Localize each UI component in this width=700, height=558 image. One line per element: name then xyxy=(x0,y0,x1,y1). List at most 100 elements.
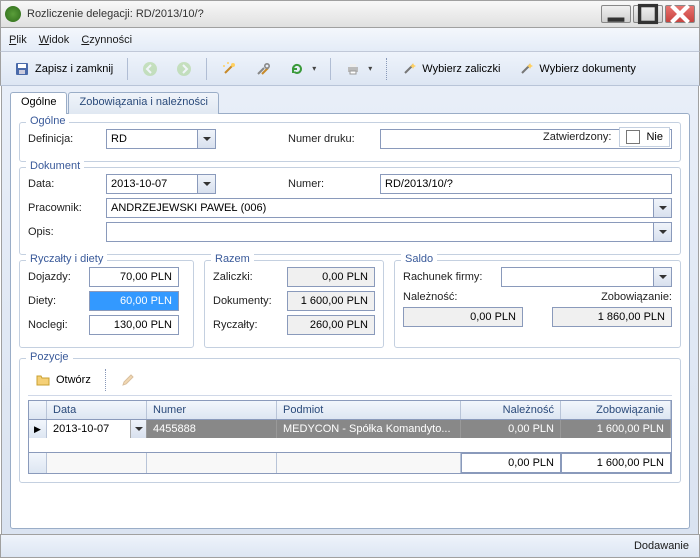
content-area: Ogólne Zobowiązania i należności Ogólne … xyxy=(1,86,699,534)
fieldset-document: Dokument Data: 2013-10-07 Numer: Pracown… xyxy=(19,167,681,255)
receivable-value xyxy=(403,307,523,327)
menu-file[interactable]: Plik xyxy=(9,34,27,46)
nav-forward-button[interactable] xyxy=(169,57,199,81)
close-button[interactable] xyxy=(665,5,695,23)
chevron-down-icon[interactable] xyxy=(197,130,215,148)
pencil-icon xyxy=(120,372,136,388)
col-obligation[interactable]: Zobowiązanie xyxy=(561,401,671,419)
lodging-input[interactable] xyxy=(89,315,179,335)
date-combo[interactable]: 2013-10-07 xyxy=(106,174,216,194)
advances-value xyxy=(287,267,375,287)
fieldset-totals: Razem Zaliczki: Dokumenty: Ryczałty: xyxy=(204,260,384,348)
legend-general: Ogólne xyxy=(26,115,69,127)
legend-document: Dokument xyxy=(26,160,84,172)
date-label: Data: xyxy=(28,178,100,190)
employee-combo[interactable]: ANDRZEJEWSKI PAWEŁ (006) xyxy=(106,198,672,218)
tool-refresh-button[interactable]: ▾ xyxy=(282,57,323,81)
minimize-button[interactable] xyxy=(601,5,631,23)
col-number[interactable]: Numer xyxy=(147,401,277,419)
sum-receivable: 0,00 PLN xyxy=(461,453,561,473)
arrow-left-icon xyxy=(142,61,158,77)
select-documents-label: Wybierz dokumenty xyxy=(539,63,636,75)
tools-icon xyxy=(255,61,271,77)
menu-view[interactable]: Widok xyxy=(39,34,70,46)
save-and-close-button[interactable]: Zapisz i zamknij xyxy=(7,57,120,81)
sum-obligation: 1 600,00 PLN xyxy=(561,453,671,473)
legend-totals: Razem xyxy=(211,253,254,265)
date-value: 2013-10-07 xyxy=(111,178,167,190)
cell-subject: MEDYCON - Spółka Komandyto... xyxy=(277,420,461,438)
chevron-down-icon[interactable] xyxy=(653,199,671,217)
grid-summary: 0,00 PLN 1 600,00 PLN xyxy=(29,452,671,473)
tab-obligations[interactable]: Zobowiązania i należności xyxy=(68,92,218,114)
maximize-button[interactable] xyxy=(633,5,663,23)
commute-input[interactable] xyxy=(89,267,179,287)
print-button[interactable]: ▾ xyxy=(338,57,379,81)
definition-value: RD xyxy=(111,133,127,145)
advances-label: Zaliczki: xyxy=(213,271,281,283)
definition-label: Definicja: xyxy=(28,133,100,145)
col-date[interactable]: Data xyxy=(47,401,147,419)
cell-obligation: 1 600,00 PLN xyxy=(561,420,671,438)
employee-label: Pracownik: xyxy=(28,202,100,214)
row-indicator-icon: ▶ xyxy=(29,420,47,438)
wand-icon xyxy=(221,61,237,77)
open-button[interactable]: Otwórz xyxy=(28,368,98,392)
wand-select-icon xyxy=(401,61,417,77)
commute-label: Dojazdy: xyxy=(28,271,83,283)
legend-allowances: Ryczałty i diety xyxy=(26,253,107,265)
desc-label: Opis: xyxy=(28,226,100,238)
arrow-right-icon xyxy=(176,61,192,77)
fieldset-allowances: Ryczałty i diety Dojazdy: Diety: Noclegi… xyxy=(19,260,194,348)
select-advances-button[interactable]: Wybierz zaliczki xyxy=(394,57,507,81)
obligation-label: Zobowiązanie: xyxy=(601,291,672,303)
chevron-down-icon[interactable] xyxy=(197,175,215,193)
lodging-label: Noclegi: xyxy=(28,319,83,331)
printer-icon xyxy=(345,61,361,77)
legend-positions: Pozycje xyxy=(26,351,73,363)
company-account-label: Rachunek firmy: xyxy=(403,271,495,283)
cell-date[interactable]: 2013-10-07 xyxy=(47,420,147,438)
edit-button[interactable] xyxy=(113,368,143,392)
number-label: Numer: xyxy=(288,178,374,190)
chevron-down-icon[interactable] xyxy=(130,420,146,438)
grid-header: Data Numer Podmiot Należność Zobowiązani… xyxy=(29,401,671,420)
checkbox-icon xyxy=(626,130,640,144)
grid-row[interactable]: ▶ 2013-10-07 4455888 MEDYCON - Spółka Ko… xyxy=(29,420,671,438)
chevron-down-icon: ▾ xyxy=(368,64,372,73)
chevron-down-icon[interactable] xyxy=(653,223,671,241)
menu-file-label: lik xyxy=(16,34,26,46)
cell-receivable: 0,00 PLN xyxy=(461,420,561,438)
company-account-combo[interactable] xyxy=(501,267,672,287)
status-mode: Dodawanie xyxy=(634,540,689,552)
fieldset-balance: Saldo Rachunek firmy: Należność: Zobowią… xyxy=(394,260,681,348)
col-receivable[interactable]: Należność xyxy=(461,401,561,419)
approved-box[interactable]: Nie xyxy=(619,127,670,147)
select-documents-button[interactable]: Wybierz dokumenty xyxy=(511,57,643,81)
select-advances-label: Wybierz zaliczki xyxy=(422,63,500,75)
employee-value: ANDRZEJEWSKI PAWEŁ (006) xyxy=(111,202,266,214)
fieldset-positions: Pozycje Otwórz Data Numer Podmiot Należn… xyxy=(19,358,681,483)
tab-general[interactable]: Ogólne xyxy=(10,92,67,114)
cell-date-value: 2013-10-07 xyxy=(53,423,109,435)
menu-actions[interactable]: Czynności xyxy=(81,34,132,46)
cell-number: 4455888 xyxy=(147,420,277,438)
chevron-down-icon: ▾ xyxy=(312,64,316,73)
row-indicator-header xyxy=(29,401,47,419)
tool-settings-button[interactable] xyxy=(248,57,278,81)
nav-back-button[interactable] xyxy=(135,57,165,81)
toolbar: Zapisz i zamknij ▾ ▾ Wybierz zaliczki Wy… xyxy=(0,52,700,86)
tool-magic-button[interactable] xyxy=(214,57,244,81)
refresh-icon xyxy=(289,61,305,77)
menu-actions-label: zynności xyxy=(89,34,132,46)
chevron-down-icon[interactable] xyxy=(653,268,671,286)
status-bar: Dodawanie xyxy=(0,534,700,558)
col-subject[interactable]: Podmiot xyxy=(277,401,461,419)
title-bar: Rozliczenie delegacji: RD/2013/10/? xyxy=(0,0,700,28)
desc-combo[interactable] xyxy=(106,222,672,242)
diets-input[interactable] xyxy=(89,291,179,311)
documents-label: Dokumenty: xyxy=(213,295,281,307)
number-input[interactable] xyxy=(380,174,672,194)
allowances-total-value xyxy=(287,315,375,335)
definition-combo[interactable]: RD xyxy=(106,129,216,149)
